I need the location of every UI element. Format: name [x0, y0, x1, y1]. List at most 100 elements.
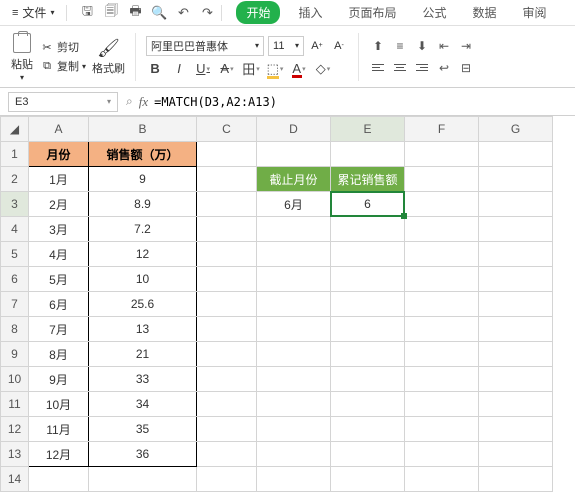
cell[interactable]: [331, 217, 405, 242]
save-as-icon[interactable]: 🗐: [103, 5, 119, 21]
cell[interactable]: [331, 467, 405, 492]
indent-decrease-button[interactable]: ⇤: [435, 37, 453, 55]
cell[interactable]: [257, 217, 331, 242]
cell[interactable]: 截止月份: [257, 167, 331, 192]
cell[interactable]: [29, 467, 89, 492]
cell[interactable]: [405, 392, 479, 417]
bold-button[interactable]: B: [146, 60, 164, 78]
file-menu[interactable]: ≡ 文件 ▾: [6, 2, 60, 23]
row-header[interactable]: 1: [1, 142, 29, 167]
cell[interactable]: [479, 167, 553, 192]
cell[interactable]: [197, 342, 257, 367]
cell[interactable]: [479, 342, 553, 367]
tab-review[interactable]: 审阅: [515, 0, 555, 25]
cell[interactable]: [257, 417, 331, 442]
cell[interactable]: [197, 267, 257, 292]
font-color-button[interactable]: A: [290, 60, 308, 78]
row-header[interactable]: 2: [1, 167, 29, 192]
cell[interactable]: [197, 292, 257, 317]
cell[interactable]: [405, 467, 479, 492]
cell[interactable]: [331, 367, 405, 392]
row-header[interactable]: 8: [1, 317, 29, 342]
undo-icon[interactable]: ↶: [175, 5, 191, 21]
col-header[interactable]: B: [89, 117, 197, 142]
cell[interactable]: 36: [89, 442, 197, 467]
cell[interactable]: 21: [89, 342, 197, 367]
cell[interactable]: 35: [89, 417, 197, 442]
cell[interactable]: 2月: [29, 192, 89, 217]
row-header[interactable]: 10: [1, 367, 29, 392]
cell[interactable]: [331, 267, 405, 292]
cell[interactable]: [257, 317, 331, 342]
row-header[interactable]: 4: [1, 217, 29, 242]
row-header[interactable]: 9: [1, 342, 29, 367]
cell[interactable]: [405, 317, 479, 342]
row-header[interactable]: 5: [1, 242, 29, 267]
copy-button[interactable]: ⧉复制▾: [40, 58, 86, 74]
align-center-button[interactable]: [391, 59, 409, 77]
cell[interactable]: [197, 367, 257, 392]
cell[interactable]: [405, 192, 479, 217]
row-header[interactable]: 13: [1, 442, 29, 467]
cell[interactable]: [197, 317, 257, 342]
cell[interactable]: 6月: [29, 292, 89, 317]
cell[interactable]: [197, 442, 257, 467]
align-top-button[interactable]: ⬆: [369, 37, 387, 55]
cell[interactable]: [331, 292, 405, 317]
cell[interactable]: 12: [89, 242, 197, 267]
cell[interactable]: [479, 242, 553, 267]
col-header[interactable]: G: [479, 117, 553, 142]
tab-data[interactable]: 数据: [465, 0, 505, 25]
cell[interactable]: 13: [89, 317, 197, 342]
cell[interactable]: 5月: [29, 267, 89, 292]
cell[interactable]: 25.6: [89, 292, 197, 317]
cell[interactable]: [405, 267, 479, 292]
cell[interactable]: 10: [89, 267, 197, 292]
cell[interactable]: 1月: [29, 167, 89, 192]
cell[interactable]: [331, 392, 405, 417]
format-painter-button[interactable]: 🖌 格式刷: [92, 38, 125, 76]
cell[interactable]: [331, 317, 405, 342]
redo-icon[interactable]: ↷: [199, 5, 215, 21]
cell[interactable]: 7月: [29, 317, 89, 342]
cell[interactable]: [479, 392, 553, 417]
italic-button[interactable]: I: [170, 60, 188, 78]
col-header[interactable]: D: [257, 117, 331, 142]
cell[interactable]: [257, 467, 331, 492]
cell[interactable]: [405, 217, 479, 242]
cell[interactable]: 33: [89, 367, 197, 392]
col-header[interactable]: E: [331, 117, 405, 142]
cell[interactable]: [197, 417, 257, 442]
cell[interactable]: [405, 142, 479, 167]
cell[interactable]: [479, 142, 553, 167]
row-header[interactable]: 12: [1, 417, 29, 442]
cell[interactable]: [197, 467, 257, 492]
tab-start[interactable]: 开始: [236, 1, 280, 24]
cell[interactable]: [405, 342, 479, 367]
wrap-text-button[interactable]: ↩: [435, 59, 453, 77]
save-icon[interactable]: 🖫: [79, 5, 95, 21]
tab-insert[interactable]: 插入: [290, 0, 330, 25]
align-left-button[interactable]: [369, 59, 387, 77]
cell[interactable]: [89, 467, 197, 492]
cell[interactable]: [331, 142, 405, 167]
cell[interactable]: [257, 142, 331, 167]
cell[interactable]: [479, 217, 553, 242]
cell[interactable]: [479, 267, 553, 292]
cell-selected[interactable]: 6: [331, 192, 405, 217]
row-header[interactable]: 7: [1, 292, 29, 317]
cell[interactable]: [257, 267, 331, 292]
tab-formula[interactable]: 公式: [415, 0, 455, 25]
fill-color-button[interactable]: ⬚: [266, 60, 284, 78]
cell[interactable]: 4月: [29, 242, 89, 267]
cell[interactable]: [405, 292, 479, 317]
cell[interactable]: [257, 342, 331, 367]
clear-format-button[interactable]: ◇: [314, 60, 332, 78]
cell[interactable]: 3月: [29, 217, 89, 242]
caret-down-icon[interactable]: ▾: [20, 73, 24, 82]
font-shrink-button[interactable]: A-: [330, 37, 348, 55]
paste-button[interactable]: 粘贴 ▾: [10, 31, 34, 82]
strike-button[interactable]: A: [218, 60, 236, 78]
formula-input[interactable]: [154, 92, 567, 112]
cell[interactable]: 34: [89, 392, 197, 417]
